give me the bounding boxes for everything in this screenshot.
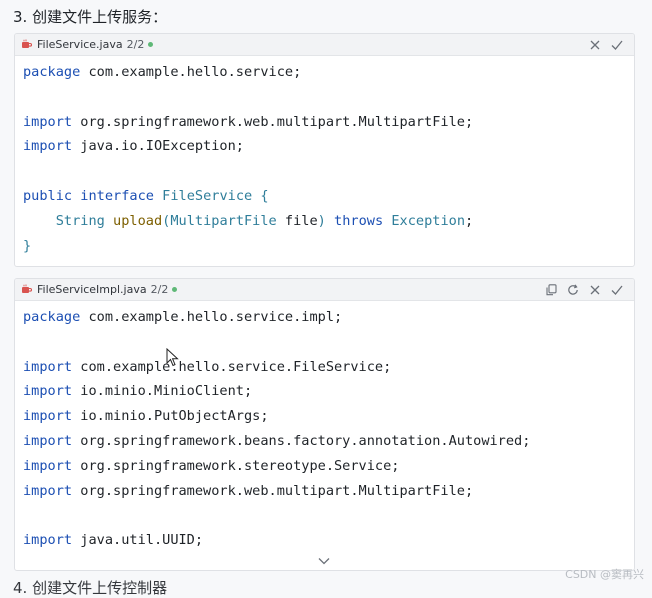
accept-button[interactable] (606, 281, 628, 299)
code-token: org.springframework.beans.factory.annota… (72, 432, 531, 449)
code-block[interactable]: package com.example.hello.service; impor… (15, 56, 634, 258)
code-token: package (23, 309, 81, 325)
code-card-header: FileService.java 2/2 (15, 34, 634, 56)
code-token: import (23, 432, 73, 449)
code-token: ; (465, 212, 474, 229)
next-step-title: 4. 创建文件上传控制器 (13, 579, 168, 597)
status-dot (148, 42, 154, 47)
watermark: CSDN @窦再兴 (565, 568, 644, 581)
code-line: String upload(MultipartFile file) throws… (23, 209, 634, 234)
code-line: import org.springframework.stereotype.Se… (23, 454, 634, 479)
code-card-file-service: FileService.java 2/2 package com.example… (14, 33, 635, 267)
code-token: ) (317, 212, 326, 229)
java-cup-icon (21, 39, 32, 50)
code-token: import (23, 358, 73, 375)
code-token: import (23, 457, 73, 474)
code-token: import (23, 383, 73, 400)
chevron-down-icon (318, 558, 330, 565)
file-version-count: 2/2 (126, 38, 145, 51)
code-line: } (23, 234, 634, 259)
code-token: throws (334, 212, 384, 229)
code-token: com.example.hello.service; (80, 64, 302, 80)
copy-button[interactable] (540, 281, 562, 299)
copy-icon (545, 283, 557, 295)
code-token: io.minio.PutObjectArgs; (72, 408, 269, 425)
code-card-file-service-impl: FileServiceImpl.java 2/2 package com.exa… (14, 278, 635, 571)
code-block[interactable]: package com.example.hello.service.impl; … (15, 301, 634, 553)
code-token: { (252, 187, 269, 204)
close-icon (590, 285, 600, 294)
refresh-button[interactable] (562, 281, 584, 299)
close-icon (590, 40, 600, 49)
code-token: java.util.UUID; (72, 532, 204, 549)
code-token: } (23, 237, 32, 254)
code-line: import java.util.UUID; (23, 528, 634, 553)
step-title: 3. 创建文件上传服务： (13, 8, 168, 26)
code-token: com.example.hello.service.FileService; (72, 358, 392, 375)
code-line: import java.io.IOException; (23, 134, 634, 159)
code-line: public interface FileService { (23, 184, 634, 209)
mouse-cursor (166, 347, 180, 368)
code-token: import (23, 532, 73, 549)
code-token: interface (80, 187, 154, 204)
arrow-cursor-icon (166, 347, 179, 367)
code-token: file (276, 212, 318, 229)
code-token: com.example.hello.service.impl; (80, 309, 343, 325)
code-line: import io.minio.PutObjectArgs; (23, 404, 634, 429)
accept-button[interactable] (606, 36, 628, 54)
code-token: String (55, 212, 105, 229)
close-button[interactable] (584, 281, 606, 299)
file-name: FileServiceImpl.java (37, 283, 147, 296)
refresh-icon (568, 283, 578, 295)
code-token: import (23, 138, 73, 155)
check-icon (611, 285, 623, 295)
code-line: import org.springframework.web.multipart… (23, 110, 634, 135)
file-name: FileService.java (37, 38, 123, 51)
code-token: import (23, 113, 73, 130)
code-token: upload (113, 212, 163, 229)
code-token: org.springframework.web.multipart.Multip… (72, 482, 474, 499)
code-token: org.springframework.web.multipart.Multip… (72, 113, 474, 130)
check-icon (611, 40, 623, 50)
code-token: Exception (391, 212, 466, 229)
code-line: import org.springframework.beans.factory… (23, 429, 634, 454)
file-version-count: 2/2 (150, 283, 169, 296)
code-token: io.minio.MinioClient; (72, 383, 253, 400)
code-token: org.springframework.stereotype.Service; (72, 457, 400, 474)
code-token: import (23, 482, 73, 499)
code-token: public (23, 187, 73, 204)
status-dot (172, 287, 178, 292)
code-line: package com.example.hello.service.impl; (23, 305, 634, 330)
code-token: MultipartFile (170, 212, 277, 229)
code-line: import io.minio.MinioClient; (23, 379, 634, 404)
code-token: package (23, 64, 81, 80)
code-card-header: FileServiceImpl.java 2/2 (15, 279, 634, 301)
java-cup-icon (21, 284, 32, 295)
code-line: import com.example.hello.service.FileSer… (23, 355, 634, 380)
code-token: java.io.IOException; (72, 138, 244, 155)
code-token: FileService (162, 187, 253, 204)
close-button[interactable] (584, 36, 606, 54)
expand-code-button[interactable] (317, 551, 331, 565)
code-token: import (23, 408, 73, 425)
code-line: import org.springframework.web.multipart… (23, 479, 634, 504)
code-line: package com.example.hello.service; (23, 60, 634, 85)
